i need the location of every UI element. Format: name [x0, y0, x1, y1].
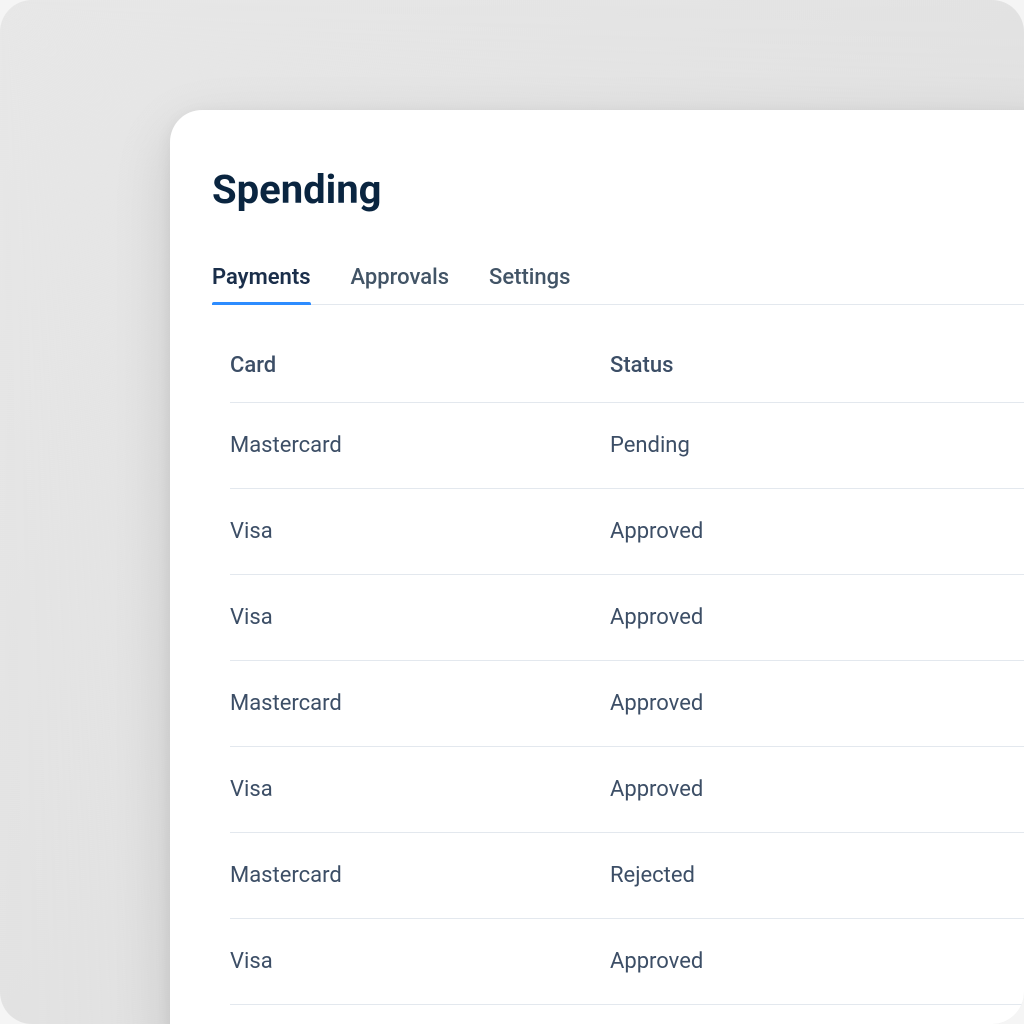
table-row[interactable]: Visa Approved	[230, 919, 1024, 1005]
cell-card: Mastercard	[230, 863, 610, 888]
table-row[interactable]: Visa Approved	[230, 747, 1024, 833]
page-title: Spending	[212, 166, 1024, 213]
table-row[interactable]: Visa Approved	[230, 575, 1024, 661]
table-row[interactable]: Mastercard Approved	[230, 661, 1024, 747]
table-row[interactable]: Mastercard Pending	[230, 403, 1024, 489]
spending-card: Spending Payments Approvals Settings Car…	[170, 110, 1024, 1024]
tab-payments[interactable]: Payments	[212, 265, 311, 304]
cell-status: Rejected	[610, 863, 1024, 888]
cell-status: Approved	[610, 777, 1024, 802]
tab-approvals[interactable]: Approvals	[351, 265, 450, 304]
cell-status: Approved	[610, 691, 1024, 716]
column-header-card: Card	[230, 353, 610, 378]
cell-status: Pending	[610, 433, 1024, 458]
cell-card: Mastercard	[230, 433, 610, 458]
table-row[interactable]: Mastercard Rejected	[230, 833, 1024, 919]
background-container: Spending Payments Approvals Settings Car…	[0, 0, 1024, 1024]
cell-status: Approved	[610, 519, 1024, 544]
cell-card: Visa	[230, 519, 610, 544]
cell-card: Mastercard	[230, 691, 610, 716]
cell-card: Visa	[230, 949, 610, 974]
table-header-row: Card Status	[230, 353, 1024, 403]
cell-card: Visa	[230, 777, 610, 802]
cell-card: Visa	[230, 605, 610, 630]
cell-status: Approved	[610, 605, 1024, 630]
tabs-container: Payments Approvals Settings	[212, 265, 1024, 305]
column-header-status: Status	[610, 353, 1024, 378]
payments-table: Card Status Mastercard Pending Visa Appr…	[212, 353, 1024, 1005]
cell-status: Approved	[610, 949, 1024, 974]
table-row[interactable]: Visa Approved	[230, 489, 1024, 575]
tab-settings[interactable]: Settings	[489, 265, 570, 304]
